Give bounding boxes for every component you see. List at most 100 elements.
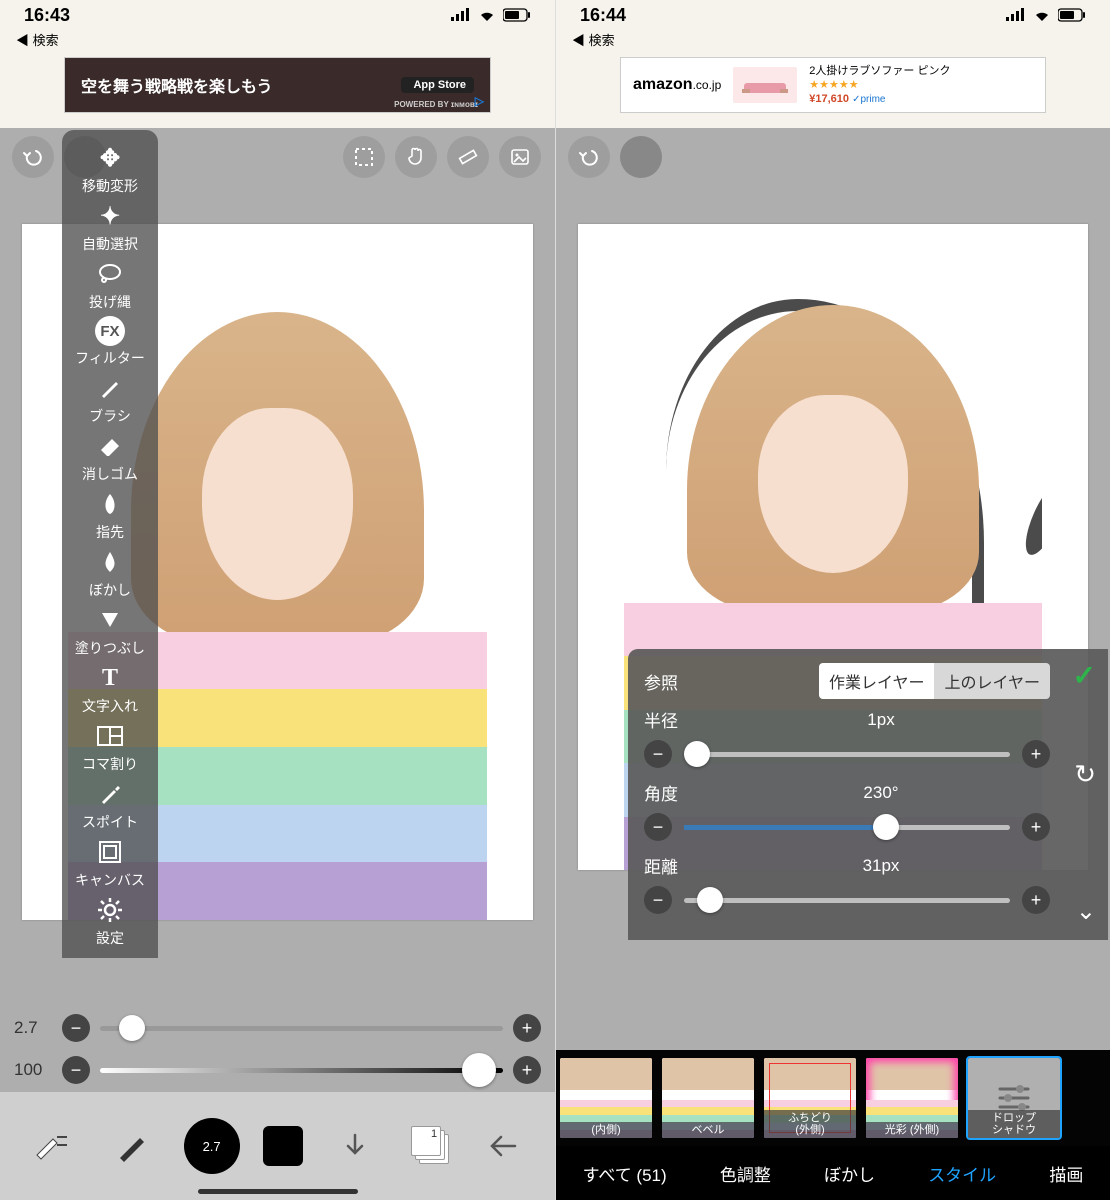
tool-frame[interactable]: コマ割り [82,720,138,774]
thumb-inner[interactable]: (内側) [560,1058,652,1138]
tool-label: スポイト [82,812,138,832]
ad-banner[interactable]: 空を舞う戦略戦を楽しもう App Store POWERED BY ɪɴᴍᴏʙɪ… [64,57,491,113]
layers-button[interactable]: 1 [407,1124,451,1168]
radius-slider[interactable]: − + [644,740,1050,768]
color-swatch[interactable] [263,1126,303,1166]
tool-eyedropper[interactable]: スポイト [82,778,138,832]
fx-icon: FX [95,316,125,346]
tool-label: 移動変形 [82,176,138,196]
minus-button[interactable]: − [62,1014,90,1042]
brush-size-slider[interactable]: 2.7 − + [14,1014,541,1042]
wifi-icon [477,8,497,22]
thumb-drop-shadow[interactable]: ドロップ シャドウ [968,1058,1060,1138]
slider-track[interactable] [684,825,1010,830]
slider-track[interactable] [100,1068,503,1073]
category-all[interactable]: すべて (51) [583,1161,667,1186]
app-store-badge: App Store [401,77,474,93]
back-button[interactable] [475,1118,531,1174]
drawn-stroke [1018,476,1042,560]
thumb-label: ベベル [662,1122,754,1138]
angle-slider[interactable]: − + [644,813,1050,841]
reference-option-working[interactable]: 作業レイヤー [819,663,935,699]
reference-segmented[interactable]: 作業レイヤー 上のレイヤー [819,663,1050,699]
category-draw[interactable]: 描画 [1049,1161,1083,1186]
status-icons [1006,8,1086,22]
back-to-search[interactable]: ◀ 検索 [0,30,555,53]
slider-track[interactable] [100,1026,503,1031]
category-color[interactable]: 色調整 [720,1161,771,1186]
tool-filter[interactable]: FXフィルター [75,316,145,368]
current-brush-button[interactable] [104,1118,160,1174]
slider-knob[interactable] [873,814,899,840]
minus-button[interactable]: − [644,740,672,768]
distance-slider[interactable]: − + [644,886,1050,914]
tool-blur[interactable]: ぼかし [89,546,131,600]
battery-icon [1058,8,1086,22]
reference-option-above[interactable]: 上のレイヤー [934,663,1050,699]
slider-knob[interactable] [697,887,723,913]
tool-label: 指先 [96,522,124,542]
slider-track[interactable] [684,898,1010,903]
plus-button[interactable]: + [513,1014,541,1042]
tool-move[interactable]: ✥移動変形 [82,142,138,196]
plus-button[interactable]: + [513,1056,541,1084]
tool-fill[interactable]: 塗りつぶし [75,604,145,658]
ruler-button[interactable] [447,136,489,178]
tool-brush[interactable]: ブラシ [89,372,131,426]
ad-thumbnail [733,67,797,103]
minus-button[interactable]: − [644,886,672,914]
brush-opacity-slider[interactable]: 100 − + [14,1056,541,1084]
reset-button[interactable]: ↻ [1074,759,1096,790]
plus-button[interactable]: + [1022,740,1050,768]
status-bar: 16:43 [0,0,555,30]
pen-settings-button[interactable] [24,1118,80,1174]
thumb-stroke-outer[interactable]: ふちどり (外側) [764,1058,856,1138]
status-time: 16:43 [24,5,70,26]
ad-info-icon[interactable]: ▷ [475,94,484,108]
thumb-glow-outer[interactable]: 光彩 (外側) [866,1058,958,1138]
selection-tool-button[interactable] [343,136,385,178]
redo-button[interactable] [620,136,662,178]
slider-knob[interactable] [462,1053,496,1087]
category-style[interactable]: スタイル [928,1161,996,1186]
status-icons [451,8,531,22]
battery-icon [503,8,531,22]
canvas-icon [94,836,126,868]
tool-auto-select[interactable]: ✦自動選択 [82,200,138,254]
minus-button[interactable]: − [62,1056,90,1084]
radius-row: 半径 1px [644,707,1050,732]
plus-button[interactable]: + [1022,813,1050,841]
collapse-button[interactable]: ⌄ [1076,897,1096,926]
slider-track[interactable] [684,752,1010,757]
tool-lasso[interactable]: 投げ縄 [89,258,131,312]
ad-banner[interactable]: amazon.co.jp 2人掛けラブソファー ピンク ★★★★★ ¥17,61… [620,57,1046,113]
undo-button[interactable] [12,136,54,178]
thumb-bevel[interactable]: ベベル [662,1058,754,1138]
tool-text[interactable]: T文字入れ [82,662,138,716]
plus-button[interactable]: + [1022,886,1050,914]
tool-smudge[interactable]: 指先 [94,488,126,542]
back-to-search[interactable]: ◀ 検索 [556,30,1110,53]
ad-title: 2人掛けラブソファー ピンク [809,64,950,78]
download-button[interactable] [327,1118,383,1174]
category-blur[interactable]: ぼかし [824,1161,875,1186]
tool-settings[interactable]: 設定 [94,894,126,948]
ad-logo: amazon.co.jp [633,76,721,94]
undo-button[interactable] [568,136,610,178]
slider-knob[interactable] [684,741,710,767]
tool-eraser[interactable]: 消しゴム [82,430,138,484]
radius-label: 半径 [644,707,700,732]
confirm-button[interactable]: ✓ [1073,659,1096,692]
minus-button[interactable]: − [644,813,672,841]
ad-details: 2人掛けラブソファー ピンク ★★★★★ ¥17,610 ✓prime [809,64,950,107]
brush-size-indicator[interactable]: 2.7 [184,1118,240,1174]
brush-opacity-value: 100 [14,1060,52,1080]
slider-knob[interactable] [119,1015,145,1041]
home-indicator [198,1189,358,1194]
tool-canvas[interactable]: キャンバス [75,836,145,890]
touch-gesture-button[interactable] [395,136,437,178]
wand-icon: ✦ [94,200,126,232]
image-button[interactable] [499,136,541,178]
text-icon: T [94,662,126,694]
thumb-label: 光彩 (外側) [866,1122,958,1138]
